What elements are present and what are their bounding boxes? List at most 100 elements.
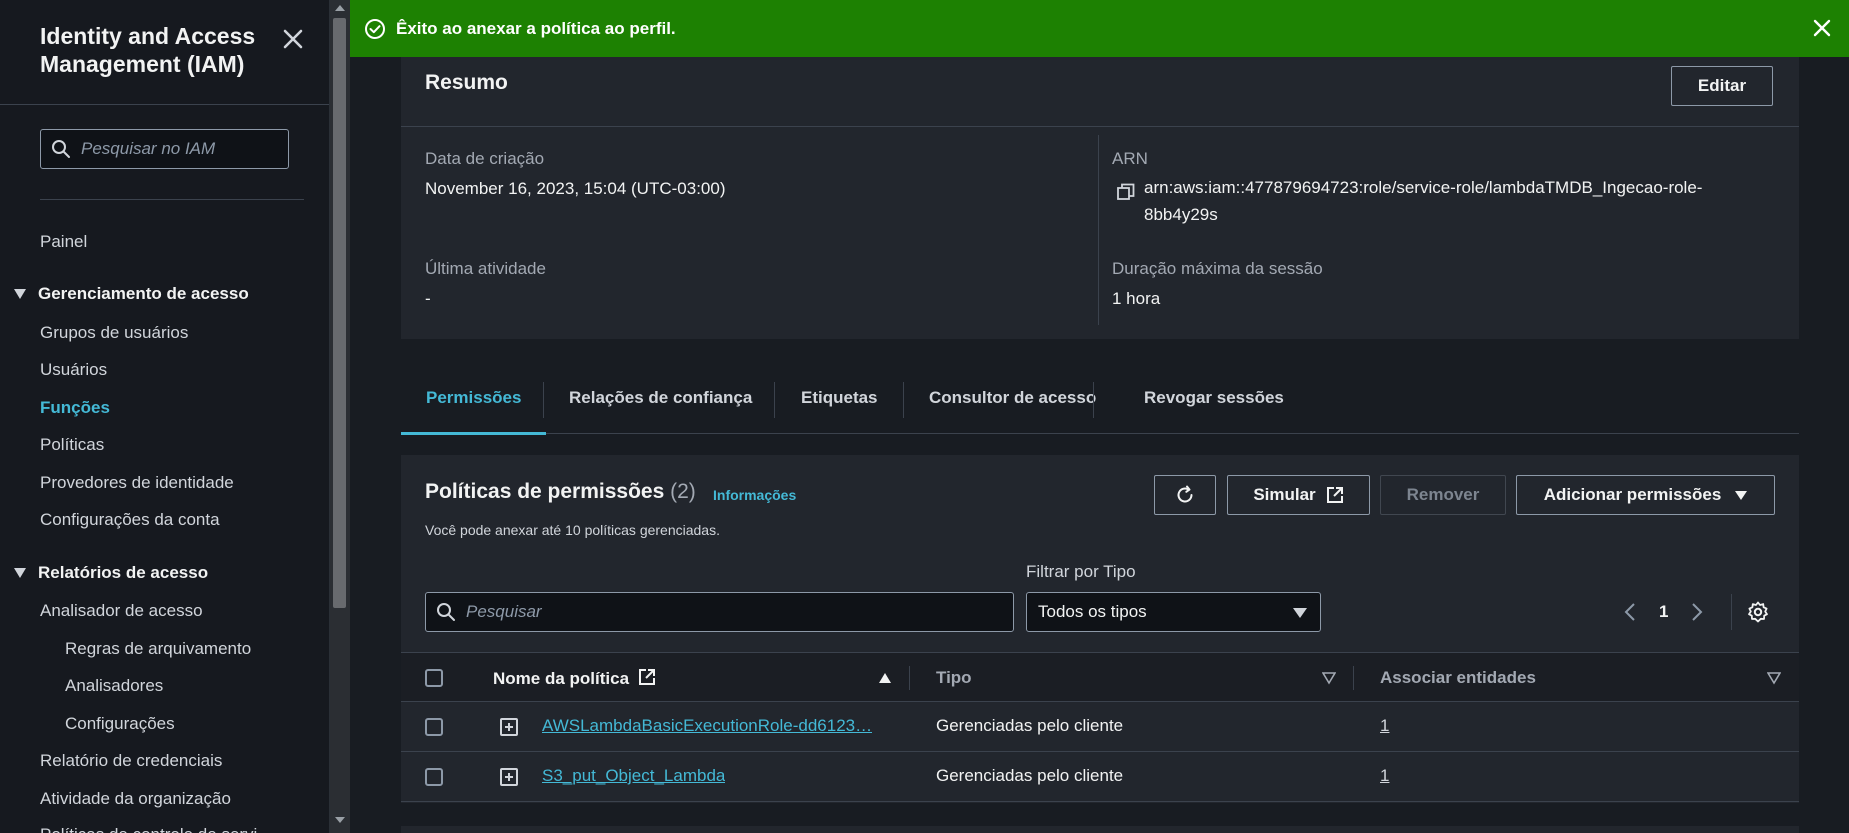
current-page[interactable]: 1 xyxy=(1659,602,1668,622)
sidebar-search-input[interactable] xyxy=(81,139,271,159)
info-link[interactable]: Informações xyxy=(713,487,796,503)
tab-revoke-sessions[interactable]: Revogar sessões xyxy=(1144,370,1284,434)
summary-panel: Resumo Editar Data de criação November 1… xyxy=(401,57,1799,339)
column-label: Nome da política xyxy=(493,669,630,688)
caret-down-icon xyxy=(14,289,26,299)
divider xyxy=(401,126,1799,127)
chevron-right-icon[interactable] xyxy=(1690,602,1704,622)
scroll-down-icon[interactable] xyxy=(335,817,345,823)
divider xyxy=(903,382,904,418)
summary-title: Resumo xyxy=(425,71,508,94)
attached-entities-link[interactable]: 1 xyxy=(1380,716,1389,736)
created-label: Data de criação xyxy=(425,149,545,168)
column-attached-entities[interactable]: Associar entidades xyxy=(1380,668,1536,688)
nav-archive-rules[interactable]: Regras de arquivamento xyxy=(65,639,251,659)
nav-roles[interactable]: Funções xyxy=(40,398,110,418)
nav-credential-report[interactable]: Relatório de credenciais xyxy=(40,751,222,771)
caret-down-icon xyxy=(1293,608,1307,618)
nav-service-control-policies[interactable]: Políticas de controle de servi xyxy=(40,825,257,833)
max-session-label: Duração máxima da sessão xyxy=(1112,259,1323,278)
close-sidebar-button[interactable] xyxy=(278,24,308,54)
nav-organization-activity[interactable]: Atividade da organização xyxy=(40,789,231,809)
sidebar-scrollbar[interactable] xyxy=(330,0,350,833)
nav-section-access-reports[interactable]: Relatórios de acesso xyxy=(14,563,208,583)
scrollbar-thumb[interactable] xyxy=(333,18,346,608)
success-check-icon xyxy=(365,18,385,39)
nav-section-label: Gerenciamento de acesso xyxy=(38,284,249,303)
policies-search[interactable] xyxy=(425,592,1014,632)
attached-entities-link[interactable]: 1 xyxy=(1380,766,1389,786)
tab-access-advisor[interactable]: Consultor de acesso xyxy=(929,370,1096,434)
arn-value: arn:aws:iam::477879694723:role/service-r… xyxy=(1144,178,1703,224)
table-row[interactable]: S3_put_Object_Lambda Gerenciadas pelo cl… xyxy=(401,752,1799,802)
preferences-button[interactable] xyxy=(1747,601,1769,623)
next-panel-edge xyxy=(401,826,1799,833)
sort-ascending-icon[interactable] xyxy=(878,671,892,685)
policy-name-link[interactable]: S3_put_Object_Lambda xyxy=(542,766,725,786)
simulate-label: Simular xyxy=(1253,485,1316,504)
divider xyxy=(1098,135,1099,325)
last-activity-value: - xyxy=(425,289,431,308)
table-row[interactable]: AWSLambdaBasicExecutionRole-dd6123… Gere… xyxy=(401,702,1799,752)
tab-trust-relationships[interactable]: Relações de confiança xyxy=(569,370,752,434)
sort-icon[interactable] xyxy=(1767,671,1781,685)
nav-identity-providers[interactable]: Provedores de identidade xyxy=(40,473,234,493)
nav-policies[interactable]: Políticas xyxy=(40,435,104,455)
gear-icon xyxy=(1748,601,1768,623)
remove-button[interactable]: Remover xyxy=(1380,475,1506,515)
max-session-value: 1 hora xyxy=(1112,289,1161,308)
filter-type-select[interactable]: Todos os tipos xyxy=(1026,592,1321,632)
scroll-up-icon[interactable] xyxy=(335,5,345,11)
nav-section-label: Relatórios de acesso xyxy=(38,563,209,582)
nav-user-groups[interactable]: Grupos de usuários xyxy=(40,323,188,343)
filter-type-value: Todos os tipos xyxy=(1038,602,1147,621)
divider xyxy=(1093,382,1094,418)
tab-tags[interactable]: Etiquetas xyxy=(801,370,878,434)
divider xyxy=(1353,666,1354,690)
simulate-button[interactable]: Simular xyxy=(1227,475,1370,515)
sidebar-title: Identity and Access Management (IAM) xyxy=(40,23,256,77)
nav-section-access-management[interactable]: Gerenciamento de acesso xyxy=(14,284,249,304)
search-icon xyxy=(437,603,455,621)
policies-description: Você pode anexar até 10 políticas gerenc… xyxy=(425,522,720,538)
row-checkbox[interactable] xyxy=(425,768,443,786)
nav-dashboard[interactable]: Painel xyxy=(40,232,87,252)
policy-type: Gerenciadas pelo cliente xyxy=(936,716,1124,735)
column-type[interactable]: Tipo xyxy=(936,668,972,688)
nav-analyzer-settings[interactable]: Configurações xyxy=(65,714,175,734)
refresh-icon xyxy=(1177,485,1193,503)
divider xyxy=(543,382,544,418)
chevron-left-icon[interactable] xyxy=(1623,602,1637,622)
caret-down-icon xyxy=(14,568,26,578)
select-all-checkbox[interactable] xyxy=(425,669,443,687)
caret-down-icon xyxy=(1735,490,1748,500)
row-checkbox[interactable] xyxy=(425,718,443,736)
expand-icon[interactable] xyxy=(500,768,518,786)
divider xyxy=(0,104,329,105)
close-icon xyxy=(1813,19,1831,37)
nav-access-analyzer[interactable]: Analisador de acesso xyxy=(40,601,203,621)
edit-button[interactable]: Editar xyxy=(1671,66,1773,106)
nav-analyzers[interactable]: Analisadores xyxy=(65,676,163,696)
last-activity-label: Última atividade xyxy=(425,259,546,278)
sort-icon[interactable] xyxy=(1322,671,1336,685)
dismiss-flash-button[interactable] xyxy=(1809,15,1835,41)
external-link-icon xyxy=(638,669,655,685)
expand-icon[interactable] xyxy=(500,718,518,736)
column-policy-name[interactable]: Nome da política xyxy=(493,668,656,689)
permissions-policies-panel: Políticas de permissões (2) Informações … xyxy=(401,455,1799,803)
refresh-button[interactable] xyxy=(1154,475,1216,515)
policy-name-link[interactable]: AWSLambdaBasicExecutionRole-dd6123… xyxy=(542,716,872,736)
created-value: November 16, 2023, 15:04 (UTC-03:00) xyxy=(425,179,726,198)
policies-search-input[interactable] xyxy=(466,602,966,622)
nav-users[interactable]: Usuários xyxy=(40,360,107,380)
add-permissions-button[interactable]: Adicionar permissões xyxy=(1516,475,1775,515)
sidebar-search[interactable] xyxy=(40,129,289,169)
tab-permissions[interactable]: Permissões xyxy=(400,370,548,435)
copy-arn-button[interactable] xyxy=(1117,183,1135,201)
filter-type-label: Filtrar por Tipo xyxy=(1026,562,1136,581)
policies-title-text: Políticas de permissões xyxy=(425,480,665,503)
close-icon xyxy=(283,29,303,49)
nav-account-settings[interactable]: Configurações da conta xyxy=(40,510,220,530)
table-header: Nome da política Tipo Associar entidades xyxy=(401,652,1799,702)
